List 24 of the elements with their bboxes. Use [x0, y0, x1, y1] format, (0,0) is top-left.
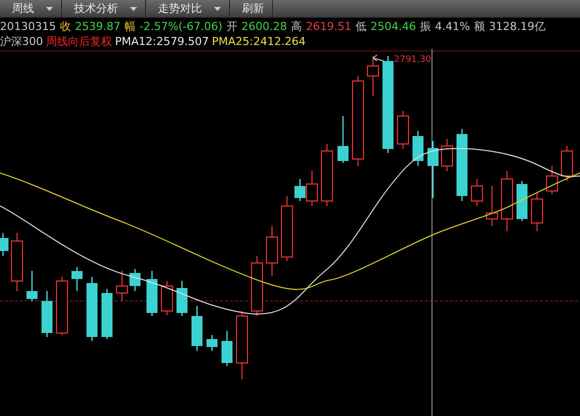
field-value: 2619.51 [306, 20, 352, 32]
toolbar-button[interactable]: 刷新 [230, 0, 273, 17]
field-label: 低 [355, 18, 366, 34]
field-value: 2504.46 [370, 20, 416, 32]
dropdown-button[interactable]: 技术分析 [62, 0, 146, 17]
dropdown-button[interactable]: 周线 [0, 0, 62, 17]
peak-value-label: 2791.30 [394, 55, 432, 65]
legend-text: 周线向后复权 [46, 34, 112, 49]
date-text: 20130315 [0, 20, 56, 32]
field-value: 2600.28 [241, 20, 287, 32]
field-label: 收 [60, 18, 71, 34]
field-value: -2.57%(-67.06) [140, 20, 222, 32]
field-label: 幅 [124, 18, 136, 34]
field-value: 4.41% [434, 20, 470, 32]
field-label: 振 [420, 18, 431, 34]
legend-text: PMA12:2579.507 [115, 35, 209, 48]
field-label: 额 [474, 18, 485, 34]
dropdown-button[interactable]: 走势对比 [146, 0, 230, 17]
field-label: 高 [290, 18, 302, 34]
legend-text: PMA25:2412.264 [212, 35, 306, 48]
field-label: 开 [226, 18, 238, 34]
field-value: 3128.19亿 [488, 18, 546, 34]
field-value: 2539.87 [75, 20, 120, 32]
legend-text: 沪深300 [0, 34, 43, 49]
